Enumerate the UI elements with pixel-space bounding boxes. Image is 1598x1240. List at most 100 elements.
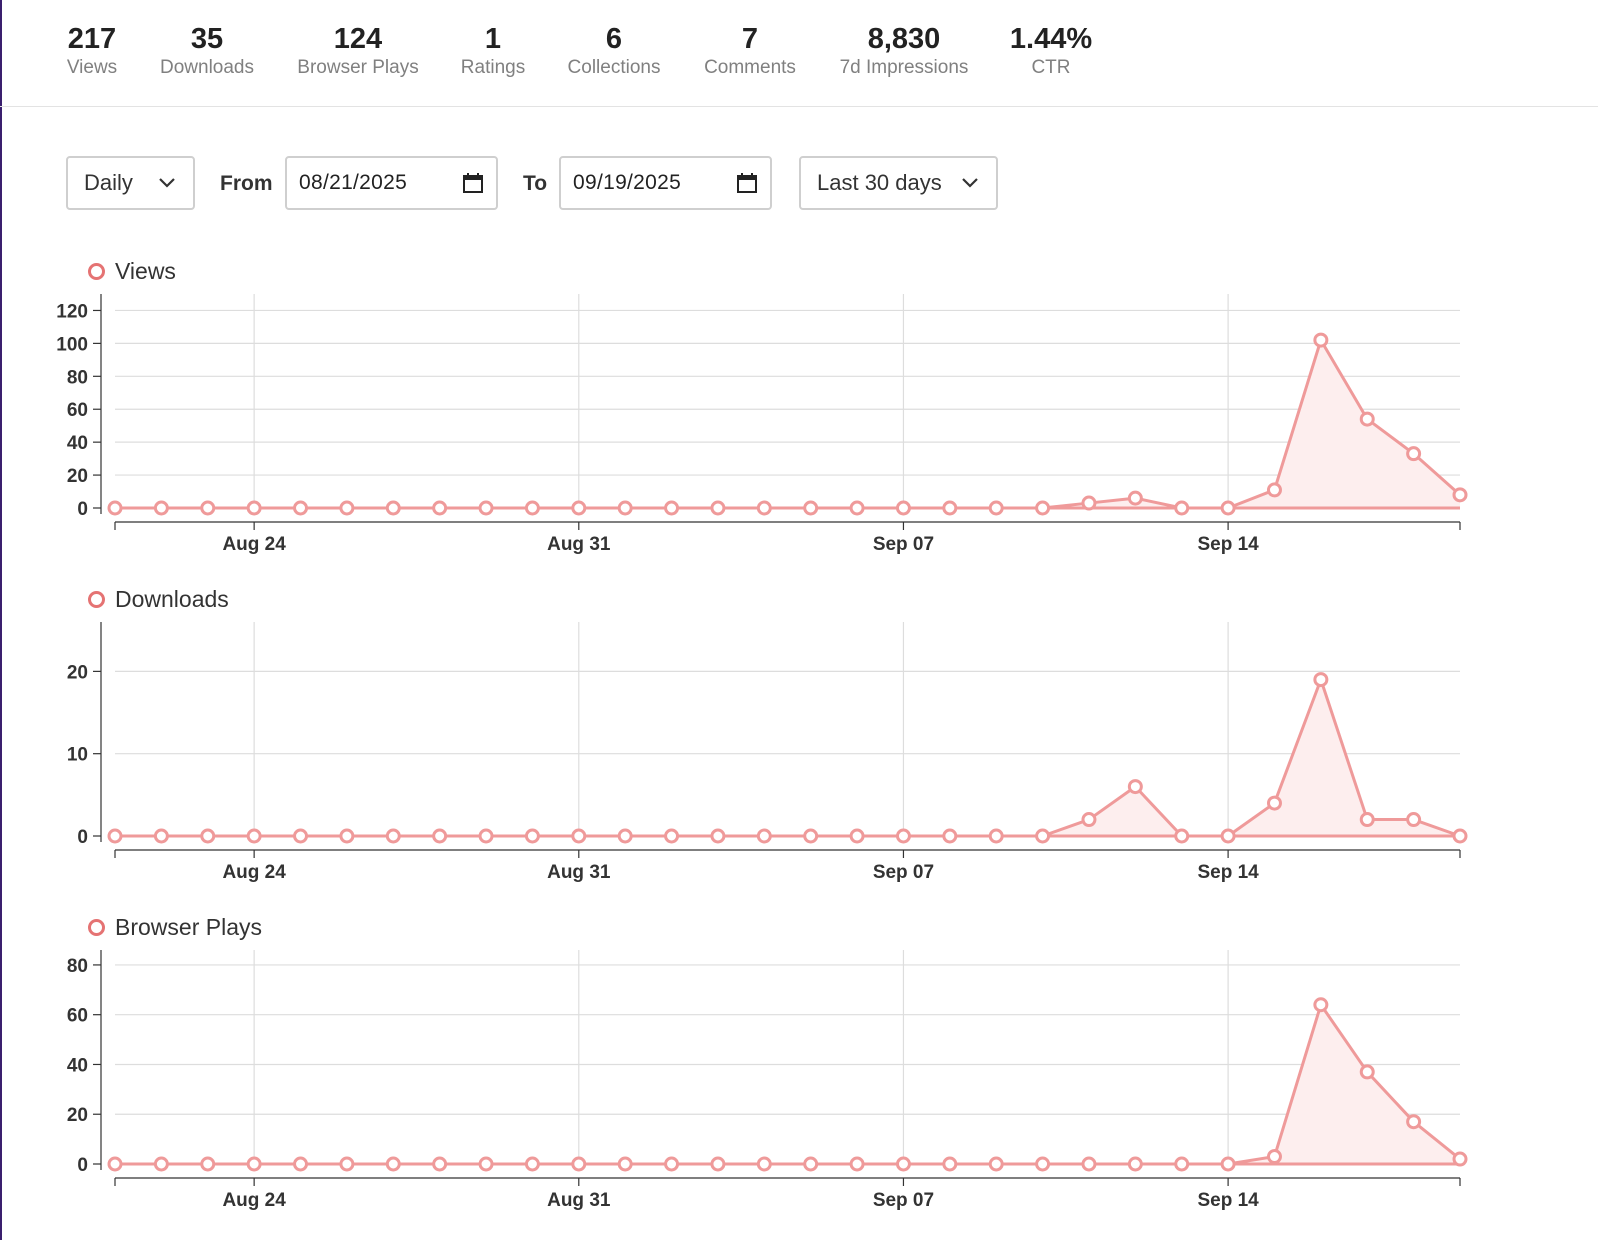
series-area bbox=[115, 340, 1460, 508]
data-point bbox=[293, 1156, 309, 1172]
data-point bbox=[1313, 672, 1329, 688]
y-tick-label: 0 bbox=[77, 827, 88, 848]
data-point bbox=[803, 500, 819, 516]
data-point bbox=[385, 828, 401, 844]
data-point bbox=[1266, 482, 1282, 498]
chevron-down-icon bbox=[962, 178, 978, 188]
series-area bbox=[115, 679, 1460, 836]
data-point bbox=[1313, 997, 1329, 1013]
stat-views[interactable]: 217 Views bbox=[67, 22, 117, 80]
data-point bbox=[524, 828, 540, 844]
data-point bbox=[710, 500, 726, 516]
y-tick-label: 20 bbox=[67, 466, 88, 487]
browser-plays-chart: Browser Plays 0 20 40 60 80 Aug 24 Aug 31 Sep 0… bbox=[0, 912, 1598, 1222]
data-point bbox=[1452, 828, 1468, 844]
data-point bbox=[617, 1156, 633, 1172]
data-point bbox=[385, 1156, 401, 1172]
x-tick-label: Sep 14 bbox=[1197, 1190, 1259, 1211]
data-point bbox=[1266, 1149, 1282, 1165]
data-point bbox=[107, 1156, 123, 1172]
x-tick-label: Sep 07 bbox=[873, 534, 934, 555]
to-date-input[interactable]: 09/19/2025 bbox=[559, 156, 772, 210]
data-point bbox=[710, 828, 726, 844]
stat-value: 6 bbox=[605, 23, 623, 55]
data-point bbox=[803, 1156, 819, 1172]
calendar-icon[interactable] bbox=[462, 172, 484, 194]
data-point bbox=[1035, 828, 1051, 844]
data-point bbox=[1081, 1156, 1097, 1172]
data-point bbox=[849, 500, 865, 516]
data-point bbox=[153, 828, 169, 844]
data-point bbox=[756, 1156, 772, 1172]
data-point bbox=[1359, 1064, 1375, 1080]
stat-collections[interactable]: 6 Collections bbox=[568, 22, 661, 80]
data-point bbox=[1313, 332, 1329, 348]
data-point bbox=[1220, 500, 1236, 516]
interval-select[interactable]: Daily bbox=[66, 156, 195, 210]
data-point bbox=[571, 500, 587, 516]
data-point bbox=[849, 828, 865, 844]
data-point bbox=[1174, 500, 1190, 516]
data-point bbox=[942, 1156, 958, 1172]
downloads-plot: 0 10 20 Aug 24 Aug 31 Sep 07 Sep 14 bbox=[67, 622, 1468, 883]
data-point bbox=[1127, 1156, 1143, 1172]
data-point bbox=[664, 500, 680, 516]
data-point bbox=[107, 500, 123, 516]
data-point bbox=[988, 828, 1004, 844]
data-point bbox=[803, 828, 819, 844]
series-line bbox=[115, 1003, 1461, 1166]
interval-value: Daily bbox=[84, 170, 133, 195]
stat-label: Browser Plays bbox=[297, 57, 419, 78]
stat-browser-plays[interactable]: 124 Browser Plays bbox=[297, 22, 418, 80]
y-tick-label: 20 bbox=[67, 1105, 88, 1126]
stat-value: 217 bbox=[67, 23, 117, 55]
data-point bbox=[200, 828, 216, 844]
data-point bbox=[1127, 779, 1143, 795]
stat-value: 124 bbox=[333, 23, 383, 55]
stat-label: 7d Impressions bbox=[839, 57, 969, 78]
x-tick-label: Aug 24 bbox=[222, 534, 286, 555]
stat-label: Downloads bbox=[160, 57, 254, 78]
stat-label: CTR bbox=[1031, 57, 1071, 78]
stat-ratings[interactable]: 1 Ratings bbox=[461, 22, 525, 80]
stat-7d-impressions[interactable]: 8,830 7d Impressions bbox=[840, 22, 969, 80]
data-point bbox=[942, 828, 958, 844]
from-date-input[interactable]: 08/21/2025 bbox=[285, 156, 498, 210]
data-point bbox=[1452, 1151, 1468, 1167]
x-tick-label: Sep 14 bbox=[1197, 862, 1259, 883]
data-point bbox=[756, 500, 772, 516]
stat-comments[interactable]: 7 Comments bbox=[704, 22, 796, 80]
data-point bbox=[246, 828, 262, 844]
y-tick-label: 60 bbox=[67, 400, 88, 421]
stat-label: Views bbox=[66, 57, 118, 78]
data-point bbox=[895, 828, 911, 844]
y-tick-label: 0 bbox=[77, 1155, 88, 1176]
data-point bbox=[664, 828, 680, 844]
data-point bbox=[988, 1156, 1004, 1172]
data-point bbox=[756, 828, 772, 844]
data-point bbox=[664, 1156, 680, 1172]
x-tick-label: Aug 31 bbox=[547, 534, 611, 555]
data-point bbox=[153, 500, 169, 516]
stat-downloads[interactable]: 35 Downloads bbox=[160, 22, 254, 80]
data-point bbox=[1127, 490, 1143, 506]
y-tick-label: 60 bbox=[67, 1006, 88, 1027]
data-point bbox=[478, 828, 494, 844]
y-tick-label: 40 bbox=[67, 433, 88, 454]
data-point bbox=[1035, 500, 1051, 516]
data-point bbox=[1406, 446, 1422, 462]
range-select[interactable]: Last 30 days bbox=[799, 156, 998, 210]
y-tick-label: 0 bbox=[77, 499, 88, 520]
x-tick-label: Aug 31 bbox=[547, 1190, 611, 1211]
data-point bbox=[1220, 828, 1236, 844]
stat-ctr[interactable]: 1.44% CTR bbox=[1010, 22, 1092, 80]
data-point bbox=[1174, 1156, 1190, 1172]
data-point bbox=[246, 1156, 262, 1172]
calendar-icon[interactable] bbox=[736, 172, 758, 194]
stat-value: 1 bbox=[484, 23, 502, 55]
data-point bbox=[432, 1156, 448, 1172]
data-point bbox=[1035, 1156, 1051, 1172]
data-point bbox=[107, 828, 123, 844]
stat-label: Collections bbox=[567, 57, 661, 78]
y-tick-label: 80 bbox=[67, 367, 88, 388]
